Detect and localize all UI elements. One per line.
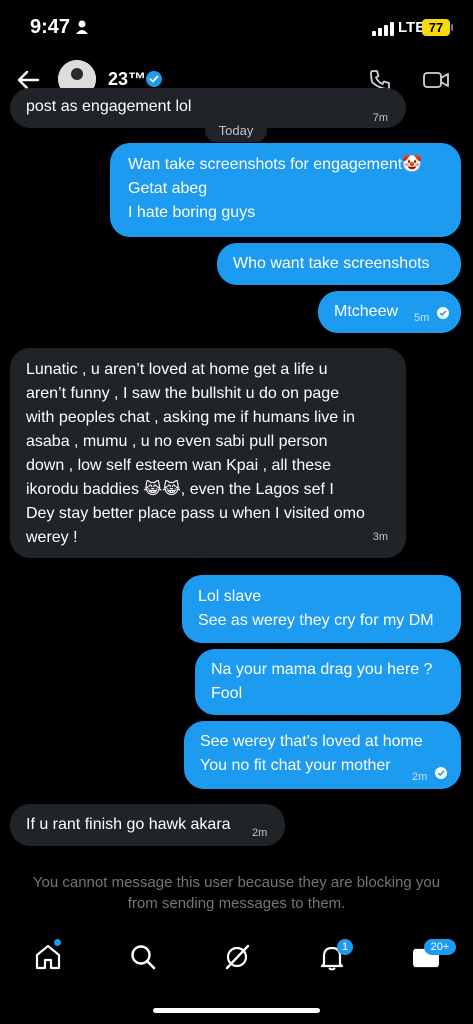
message-line: I hate boring guys bbox=[128, 204, 256, 221]
video-call-icon[interactable] bbox=[422, 69, 450, 91]
message-line: Dey stay better place pass u when I visi… bbox=[26, 505, 365, 522]
message-line: If u rant finish go hawk akara bbox=[26, 816, 231, 833]
search-icon[interactable] bbox=[128, 942, 158, 972]
message-time: 5m bbox=[414, 312, 430, 324]
message-time: 2m bbox=[412, 771, 428, 783]
message-line: You no fit chat your mother bbox=[200, 757, 391, 774]
messages-badge: 20+ bbox=[424, 939, 456, 955]
message-time: 7m bbox=[372, 112, 388, 124]
battery-tip bbox=[451, 24, 453, 31]
message-outgoing[interactable]: Lol slave See as werey they cry for my D… bbox=[182, 575, 461, 643]
message-line: asaba , mumu , u no even sabi pull perso… bbox=[26, 433, 328, 450]
message-outgoing[interactable]: See werey that's loved at home You no fi… bbox=[184, 721, 461, 789]
notifications-badge: 1 bbox=[337, 939, 353, 955]
message-outgoing[interactable]: Wan take screenshots for engagement🤡 Get… bbox=[110, 143, 461, 237]
message-line: Lunatic , u aren’t loved at home get a l… bbox=[26, 361, 328, 378]
message-outgoing[interactable]: Mtcheew 5m bbox=[318, 291, 461, 333]
battery-icon: 77 bbox=[422, 19, 450, 36]
message-line: Na your mama drag you here ? bbox=[211, 661, 433, 678]
message-line: Who want take screenshots bbox=[233, 255, 430, 272]
message-time: 3m bbox=[372, 531, 388, 543]
message-line: with peoples chat , asking me if humans … bbox=[26, 409, 356, 426]
message-line: See werey that's loved at home bbox=[200, 733, 423, 750]
message-text: post as engagement lol bbox=[26, 98, 192, 115]
message-line: Getat abeg bbox=[128, 180, 208, 197]
message-line: Wan take screenshots for engagement🤡 bbox=[128, 156, 423, 173]
message-incoming[interactable]: If u rant finish go hawk akara 2m bbox=[10, 804, 285, 846]
home-indicator bbox=[153, 1008, 320, 1013]
message-line: aren’t funny , I saw the bullshit u do o… bbox=[26, 385, 340, 402]
message-line: Fool bbox=[211, 685, 243, 702]
read-check-icon bbox=[437, 307, 449, 319]
message-line: ikorodu baddies 😹😹, even the Lagos sef I bbox=[26, 481, 334, 498]
message-line: See as werey they cry for my DM bbox=[198, 612, 434, 629]
blocked-notice: You cannot message this user because the… bbox=[32, 874, 441, 912]
bottom-nav: 1 20+ bbox=[0, 930, 473, 990]
message-outgoing[interactable]: Who want take screenshots bbox=[217, 243, 461, 285]
read-check-icon bbox=[435, 767, 447, 779]
message-line: Mtcheew bbox=[334, 303, 399, 320]
contact-name[interactable]: 23™ bbox=[108, 69, 146, 90]
status-time: 9:47 bbox=[30, 16, 71, 38]
message-line: werey ! bbox=[26, 529, 78, 546]
message-outgoing[interactable]: Na your mama drag you here ? Fool bbox=[195, 649, 461, 715]
grok-icon[interactable] bbox=[222, 942, 252, 972]
home-icon[interactable] bbox=[33, 942, 63, 972]
message-incoming[interactable]: Lunatic , u aren’t loved at home get a l… bbox=[10, 348, 406, 558]
status-bar: 9:47 LTE 77 bbox=[0, 0, 473, 56]
message-line: Lol slave bbox=[198, 588, 262, 605]
signal-icon bbox=[372, 22, 394, 36]
verified-badge-icon bbox=[146, 71, 162, 87]
message-time: 2m bbox=[252, 827, 268, 839]
message-line: down , low self esteem wan Kpai , all th… bbox=[26, 457, 332, 474]
person-icon bbox=[76, 20, 88, 34]
date-separator: Today bbox=[205, 120, 267, 142]
home-unread-dot bbox=[54, 939, 61, 946]
